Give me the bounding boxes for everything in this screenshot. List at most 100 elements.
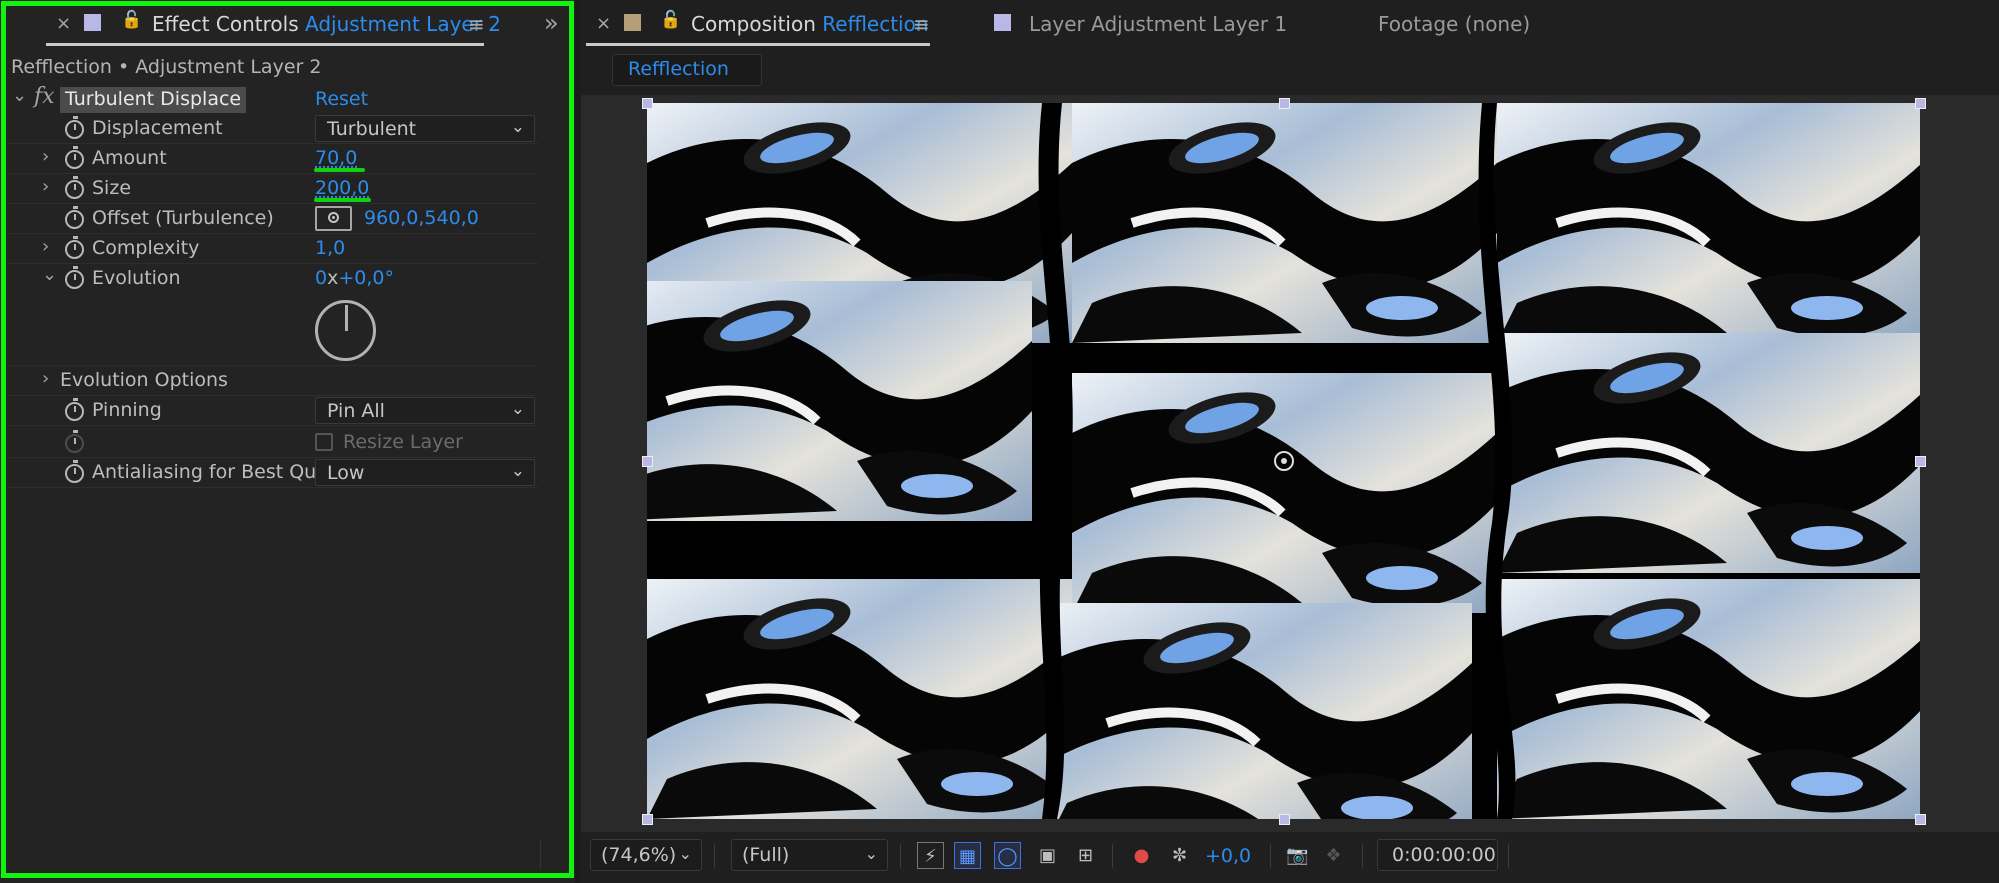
amount-value[interactable]: 70,0 [315, 147, 357, 169]
color-management-icon[interactable]: ✼ [1166, 842, 1193, 869]
resolution-dropdown[interactable]: (Full) ⌄ [731, 839, 888, 871]
pinning-dropdown[interactable]: Pin All ⌄ [315, 397, 535, 424]
displacement-dropdown[interactable]: Turbulent ⌄ [315, 115, 535, 142]
stopwatch-icon[interactable] [65, 266, 84, 289]
chevron-right-icon[interactable]: › [42, 176, 49, 197]
stopwatch-icon[interactable] [65, 146, 84, 169]
property-row-size: › Size 200,0 [8, 174, 538, 204]
layer-handle-right[interactable] [1915, 456, 1926, 467]
layer-handle-bottom-left[interactable] [642, 814, 653, 825]
effect-controls-panel: × 🔓 Effect Controls Adjustment Layer 2 ≡… [0, 0, 575, 883]
chevron-right-icon[interactable]: › [42, 146, 49, 167]
expand-panels-icon[interactable]: » [544, 9, 559, 37]
chevron-right-icon[interactable]: › [42, 236, 49, 257]
angle-dial[interactable] [315, 300, 376, 361]
viewer-toolbar: (74,6%) ⌄ (Full) ⌄ ⚡ ▦ ◯ ▣ ⊞ ● ✼ +0,0 📷 ❖ … [580, 834, 1999, 876]
magnification-dropdown[interactable]: (74,6%) ⌄ [590, 839, 702, 871]
region-of-interest-icon[interactable]: ▣ [1034, 842, 1061, 869]
effect-name[interactable]: Turbulent Displace [60, 87, 247, 113]
property-label: Evolution [92, 267, 181, 289]
chevron-down-icon: ⌄ [510, 461, 525, 481]
footage-tab[interactable]: Footage (none) [1378, 12, 1530, 36]
displaced-chrome-image [647, 103, 1920, 819]
layer-handle-bottom-right[interactable] [1915, 814, 1926, 825]
breadcrumb: Refflection • Adjustment Layer 2 [11, 56, 322, 78]
highlight-underline [314, 168, 365, 172]
exposure-value[interactable]: +0,0 [1205, 845, 1251, 867]
current-time-display[interactable]: 0:00:00:00 [1377, 839, 1498, 871]
lock-icon[interactable]: 🔓 [660, 10, 681, 30]
property-row-evolution-options: › Evolution Options [8, 366, 538, 396]
layer-handle-left[interactable] [642, 456, 653, 467]
lock-icon[interactable]: 🔓 [121, 10, 142, 30]
stopwatch-icon[interactable] [65, 206, 84, 229]
chevron-right-icon[interactable]: › [42, 368, 49, 389]
chevron-down-icon[interactable]: ⌄ [12, 85, 27, 106]
reset-button[interactable]: Reset [315, 88, 368, 110]
effect-controls-tab[interactable]: × 🔓 Effect Controls Adjustment Layer 2 ≡… [0, 0, 575, 50]
snapshot-camera-icon[interactable]: 📷 [1284, 842, 1311, 869]
stopwatch-icon[interactable] [65, 116, 84, 139]
panel-menu-icon[interactable]: ≡ [468, 12, 485, 36]
fast-previews-icon[interactable]: ⚡ [917, 842, 944, 869]
complexity-value[interactable]: 1,0 [315, 237, 345, 259]
evolution-value[interactable]: 0x+0,0° [315, 267, 394, 289]
active-tab-indicator [586, 43, 930, 46]
stopwatch-icon[interactable] [65, 236, 84, 259]
property-label: Pinning [92, 399, 162, 421]
comp-color-swatch [624, 14, 641, 31]
comp-flowchart-tab[interactable]: Refflection [612, 54, 762, 86]
chevron-down-icon: ⌄ [510, 117, 525, 137]
toolbar-divider [900, 844, 901, 868]
transparency-grid-icon[interactable]: ▦ [954, 842, 981, 869]
stopwatch-icon[interactable] [65, 176, 84, 199]
composition-tab[interactable]: Composition Refflection [691, 12, 929, 36]
channels-icon[interactable]: ● [1128, 842, 1155, 869]
property-label: Displacement [92, 117, 223, 139]
offset-value[interactable]: 960,0,540,0 [364, 207, 479, 229]
stopwatch-icon[interactable] [65, 398, 84, 421]
mask-visibility-icon[interactable]: ◯ [994, 842, 1021, 869]
antialiasing-dropdown[interactable]: Low ⌄ [315, 459, 535, 486]
highlight-underline [314, 198, 371, 202]
composition-canvas[interactable] [647, 103, 1920, 819]
size-value[interactable]: 200,0 [315, 177, 369, 199]
scrollbar-corner [540, 840, 566, 870]
checkbox-label: Resize Layer [343, 431, 463, 453]
property-label: Complexity [92, 237, 200, 259]
close-tab-icon[interactable]: × [56, 13, 71, 34]
property-row-resize-layer: Resize Layer [8, 428, 538, 458]
property-row-displacement: Displacement Turbulent ⌄ [8, 114, 538, 144]
property-group-label[interactable]: Evolution Options [60, 369, 228, 391]
show-snapshot-icon[interactable]: ❖ [1320, 842, 1347, 869]
property-row-complexity: › Complexity 1,0 [8, 234, 538, 264]
layer-handle-top[interactable] [1279, 98, 1290, 109]
toolbar-divider [1362, 844, 1363, 868]
tab-title: Effect Controls Adjustment Layer 2 [152, 12, 502, 36]
property-row-amount: › Amount 70,0 [8, 144, 538, 174]
property-row-pinning: Pinning Pin All ⌄ [8, 396, 538, 426]
layer-handle-bottom[interactable] [1279, 814, 1290, 825]
grid-guides-icon[interactable]: ⊞ [1072, 842, 1099, 869]
chevron-down-icon[interactable]: ⌄ [42, 264, 57, 285]
layer-color-swatch [84, 14, 101, 31]
composition-tab-bar: × 🔓 Composition Refflection ≡ Layer Adju… [580, 0, 1999, 50]
chevron-down-icon: ⌄ [510, 399, 525, 419]
crosshair-icon[interactable] [315, 206, 352, 231]
property-row-evolution: ⌄ Evolution 0x+0,0° [8, 264, 538, 366]
layer-tab[interactable]: Layer Adjustment Layer 1 [1029, 12, 1287, 36]
layer-handle-top-right[interactable] [1915, 98, 1926, 109]
active-tab-indicator [46, 43, 484, 46]
layer-color-swatch [994, 14, 1011, 31]
toolbar-divider [1508, 844, 1509, 868]
toolbar-divider [1270, 844, 1271, 868]
fx-icon[interactable]: fx [34, 84, 55, 109]
panel-menu-icon[interactable]: ≡ [913, 12, 930, 36]
toolbar-divider [1112, 844, 1113, 868]
effect-header: ⌄ fx Turbulent Displace Reset [8, 84, 538, 115]
resize-layer-checkbox[interactable] [315, 433, 333, 451]
stopwatch-icon[interactable] [65, 460, 84, 483]
property-label: Antialiasing for Best Qua [92, 461, 328, 483]
layer-handle-top-left[interactable] [642, 98, 653, 109]
close-tab-icon[interactable]: × [596, 13, 611, 34]
